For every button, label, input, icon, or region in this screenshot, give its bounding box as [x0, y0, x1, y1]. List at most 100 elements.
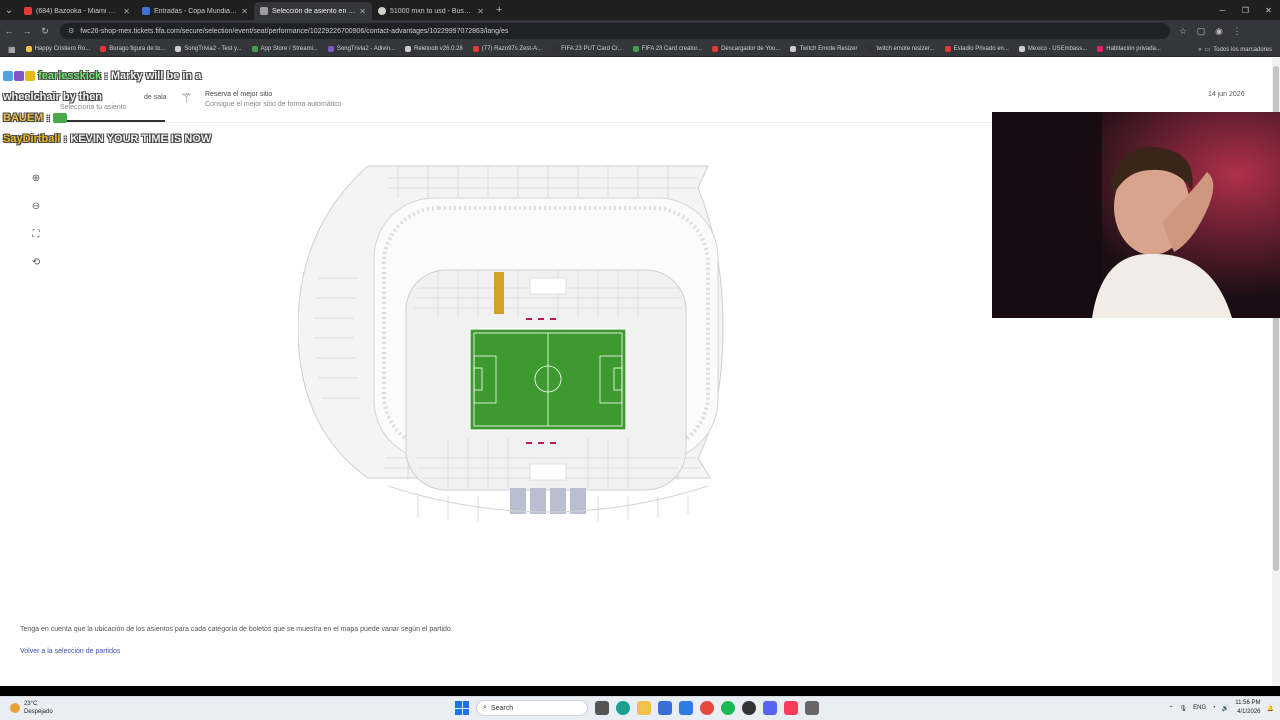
- close-tab-icon[interactable]: ✕: [241, 7, 248, 16]
- bookmark-favicon-icon: [175, 46, 182, 52]
- taskbar-search[interactable]: ⌕ Search: [476, 700, 588, 716]
- task-view-icon[interactable]: [595, 701, 609, 715]
- notification-bell-icon[interactable]: 🔔: [1267, 705, 1274, 712]
- map-zoom-tools: ⊕ ⊖ ⛶ ⟲: [28, 170, 44, 270]
- reload-icon[interactable]: ↻: [36, 20, 54, 42]
- selected-section-highlight[interactable]: [494, 272, 504, 314]
- reset-view-icon[interactable]: ⟲: [28, 254, 44, 270]
- browser-tab[interactable]: 51000 mxn to usd - Buscar co ✕: [372, 2, 490, 20]
- taskbar-apps: ⌕ Search: [455, 700, 819, 716]
- music-icon[interactable]: [784, 701, 798, 715]
- step-title: Reserva el mejor sitio: [205, 91, 273, 98]
- streamer-webcam: [992, 112, 1280, 318]
- menu-icon[interactable]: ⋮: [1228, 20, 1246, 42]
- app-icon[interactable]: [805, 701, 819, 715]
- bookmark-favicon-icon: [790, 46, 797, 52]
- window-controls: ─ ❐ ✕: [1211, 0, 1280, 20]
- close-window-icon[interactable]: ✕: [1257, 0, 1280, 20]
- address-bar[interactable]: ⚙ fwc26-shop-mex.tickets.fifa.com/secure…: [60, 23, 1170, 39]
- tab-title: Selección de asiento en el map: [272, 7, 355, 15]
- mail-icon[interactable]: [679, 701, 693, 715]
- zoom-in-icon[interactable]: ⊕: [28, 170, 44, 186]
- bookmarks-bar: ▦ Happy Cristiero Ro... Burago figura de…: [0, 42, 1280, 57]
- step-best-seat[interactable]: Reserva el mejor sitio Consigue el mejor…: [205, 91, 342, 108]
- microphone-icon[interactable]: 🎙: [1180, 705, 1188, 712]
- browser-tab[interactable]: (684) Bazooka - Miami XD [Off ✕: [18, 2, 136, 20]
- extensions-icon[interactable]: ▢: [1192, 20, 1210, 42]
- new-tab-button[interactable]: +: [490, 4, 508, 16]
- edge-icon[interactable]: [616, 701, 630, 715]
- spotify-icon[interactable]: [721, 701, 735, 715]
- bookmark-item[interactable]: Burago figura de to...: [96, 46, 169, 52]
- minimize-icon[interactable]: ─: [1211, 0, 1234, 20]
- taskbar-clock[interactable]: 11:56 PM 4/1/2026: [1235, 699, 1260, 717]
- file-explorer-icon[interactable]: [637, 701, 651, 715]
- discord-icon[interactable]: [763, 701, 777, 715]
- bookmark-item[interactable]: Estadio Privado en...: [941, 46, 1013, 52]
- close-tab-icon[interactable]: ✕: [477, 7, 484, 16]
- volume-icon[interactable]: 🔊: [1222, 705, 1229, 712]
- page-favicon-icon: [260, 7, 268, 15]
- fullscreen-icon[interactable]: ⛶: [28, 226, 44, 242]
- bookmark-favicon-icon: [1097, 46, 1104, 52]
- chat-emote-icon: [53, 113, 68, 124]
- press-box-north: [529, 277, 567, 295]
- bookmark-favicon-icon: [1018, 46, 1025, 52]
- wifi-icon[interactable]: ◔: [1212, 705, 1216, 711]
- tab-search-icon[interactable]: ⌄: [0, 0, 18, 20]
- tab-title: 51000 mxn to usd - Buscar co: [390, 7, 474, 15]
- close-tab-icon[interactable]: ✕: [359, 7, 366, 16]
- google-favicon-icon: [378, 7, 386, 15]
- bookmark-favicon-icon: [712, 46, 719, 52]
- chrome-icon[interactable]: [700, 701, 714, 715]
- forward-icon[interactable]: →: [18, 20, 36, 42]
- zoom-out-icon[interactable]: ⊖: [28, 198, 44, 214]
- bookmark-favicon-icon: [100, 46, 107, 52]
- obs-icon[interactable]: [742, 701, 756, 715]
- back-to-matches-link[interactable]: Volver a la selección de partidos: [20, 648, 120, 655]
- language-indicator[interactable]: ENG: [1193, 705, 1206, 711]
- tray-chevron-up-icon[interactable]: ⌃: [1168, 705, 1173, 712]
- bookmark-item[interactable]: Happy Cristiero Ro...: [22, 46, 95, 52]
- bookmark-item[interactable]: Twitch Emote Resizer: [786, 46, 861, 52]
- bookmark-favicon-icon: [25, 46, 32, 52]
- tab-title: Entradas - Copa Mundial de la: [154, 7, 238, 15]
- chat-text: KEVIN YOUR TIME IS NOW: [70, 133, 212, 145]
- bookmark-item[interactable]: SongTrivia2 - Adivin...: [324, 46, 399, 52]
- apps-grid-icon[interactable]: ▦: [4, 45, 20, 54]
- back-icon[interactable]: ←: [0, 20, 18, 42]
- browser-tab-active[interactable]: Selección de asiento en el map ✕: [254, 2, 372, 20]
- bookmark-item[interactable]: twitch emote resizer...: [863, 46, 938, 52]
- bookmark-favicon-icon: [327, 46, 334, 52]
- bookmark-item[interactable]: Descargador de You...: [708, 46, 784, 52]
- chat-badges: [3, 71, 35, 82]
- badge-icon: [25, 71, 35, 82]
- bookmark-item[interactable]: Reletoob v26.0.28: [401, 46, 467, 52]
- bookmark-item[interactable]: Habitación privada...: [1093, 46, 1165, 52]
- bookmark-star-icon[interactable]: ☆: [1174, 20, 1192, 42]
- weather-desc: Despejado: [24, 709, 53, 715]
- weather-temp: 23°C: [24, 701, 38, 707]
- store-icon[interactable]: [658, 701, 672, 715]
- bookmark-item[interactable]: App Store / Streami...: [248, 46, 322, 52]
- site-info-icon[interactable]: ⚙: [68, 27, 74, 35]
- weather-widget[interactable]: 23°C Despejado: [10, 700, 53, 716]
- windows-start-icon[interactable]: [455, 701, 469, 715]
- browser-tab[interactable]: Entradas - Copa Mundial de la ✕: [136, 2, 254, 20]
- maximize-icon[interactable]: ❐: [1234, 0, 1257, 20]
- chat-username: BAUEM: [3, 112, 44, 124]
- profile-icon[interactable]: ◉: [1210, 20, 1228, 42]
- bookmark-item[interactable]: SongTrivia2 - Test y...: [171, 46, 245, 52]
- bookmark-favicon-icon: [472, 46, 479, 52]
- bookmark-favicon-icon: [632, 46, 639, 52]
- chat-message: SayDirtball : KEVIN YOUR TIME IS NOW: [3, 133, 212, 145]
- close-tab-icon[interactable]: ✕: [123, 7, 130, 16]
- all-bookmarks-folder[interactable]: » ▭ Todos los marcadores: [1198, 42, 1272, 57]
- bookmark-item[interactable]: FIFA 23 PUT Card Cr...: [548, 46, 627, 52]
- bookmark-favicon-icon: [251, 46, 258, 52]
- bookmark-item[interactable]: (77) Razo97s Zest-A...: [469, 46, 546, 52]
- seat-location-notice: Tenga en cuenta que la ubicación de los …: [20, 626, 453, 633]
- bookmark-item[interactable]: Mexico - USEmbass...: [1015, 46, 1091, 52]
- bookmark-item[interactable]: FIFA 23 Card creator...: [629, 46, 706, 52]
- stadium-seat-map[interactable]: [298, 158, 724, 528]
